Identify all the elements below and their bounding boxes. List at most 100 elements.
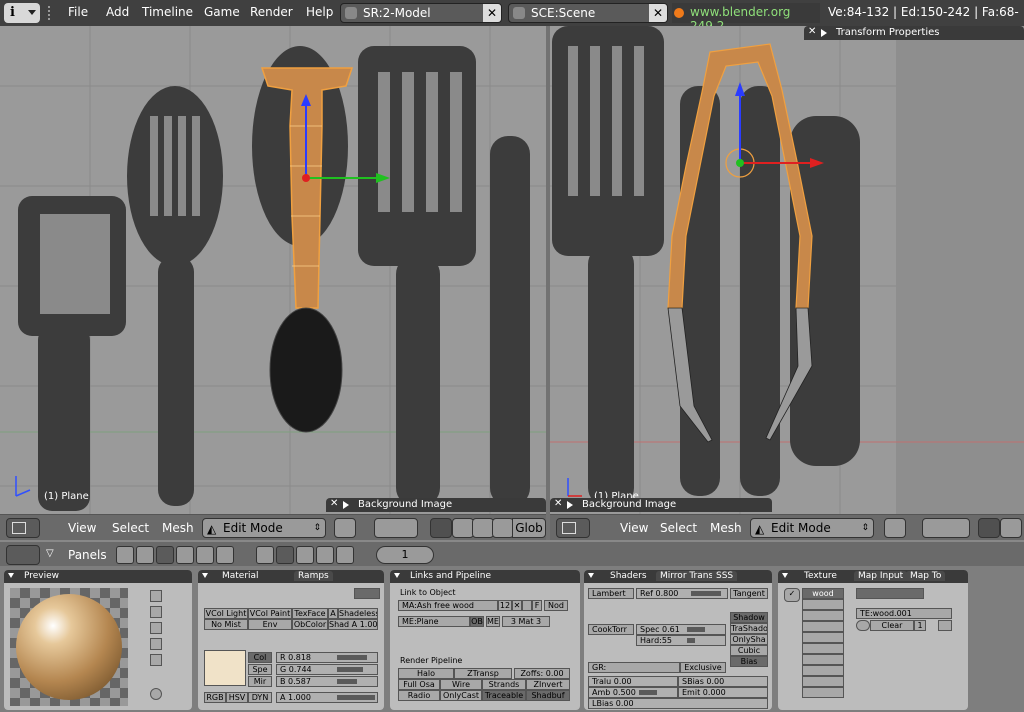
texture-slot-5[interactable] bbox=[802, 632, 844, 643]
collapse-arrow-icon[interactable] bbox=[202, 573, 208, 578]
mode-selector[interactable]: ◭ Edit Mode ⇕ bbox=[750, 518, 874, 538]
wire-button[interactable]: Wire bbox=[440, 679, 482, 690]
tab-mirror-trans[interactable]: Mirror Trans bbox=[656, 571, 718, 581]
translate-manipulator-button[interactable] bbox=[1000, 518, 1022, 538]
obcolor-button[interactable]: ObColor bbox=[292, 619, 328, 630]
preview-flat-button[interactable] bbox=[150, 590, 162, 602]
traceable-button[interactable]: Traceable bbox=[482, 690, 526, 701]
shadeless-button[interactable]: Shadeless bbox=[338, 608, 378, 619]
fake-user-icon[interactable] bbox=[522, 600, 532, 611]
panels-menu[interactable]: Panels bbox=[68, 548, 107, 562]
draw-type-button[interactable] bbox=[884, 518, 906, 538]
menu-mesh[interactable]: Mesh bbox=[162, 521, 194, 535]
lbias-slider[interactable]: LBias 0.00 bbox=[588, 698, 768, 709]
shading-context-button[interactable] bbox=[156, 546, 174, 564]
env-button[interactable]: Env bbox=[248, 619, 292, 630]
material-index-field[interactable]: 3 Mat 3 bbox=[502, 616, 550, 627]
close-icon[interactable]: ✕ bbox=[554, 498, 562, 509]
background-image-panel-header[interactable]: ✕ Background Image bbox=[550, 498, 772, 512]
editor-type-button[interactable] bbox=[556, 518, 590, 538]
texture-slot-8[interactable] bbox=[802, 665, 844, 676]
draw-type-button[interactable] bbox=[334, 518, 356, 538]
shadbuf-button[interactable]: Shadbuf bbox=[526, 690, 570, 701]
close-icon[interactable]: ✕ bbox=[330, 498, 338, 509]
logic-context-button[interactable] bbox=[116, 546, 134, 564]
dyn-button[interactable]: DYN bbox=[248, 692, 272, 703]
cubic-button[interactable]: Cubic bbox=[730, 645, 768, 656]
halo-button[interactable]: Halo bbox=[398, 668, 454, 679]
tab-texture[interactable]: Texture bbox=[804, 571, 837, 581]
texture-slot-7[interactable] bbox=[802, 654, 844, 665]
emit-slider[interactable]: Emit 0.000 bbox=[678, 687, 768, 698]
menu-collapse-handle[interactable] bbox=[48, 6, 58, 20]
scale-manipulator-button[interactable] bbox=[492, 518, 514, 538]
menu-timeline[interactable]: Timeline bbox=[142, 5, 193, 19]
zinvert-button[interactable]: ZInvert bbox=[526, 679, 570, 690]
trashado-button[interactable]: TraShado bbox=[730, 623, 768, 634]
nodes-button[interactable]: Nod bbox=[544, 600, 568, 611]
menu-mesh[interactable]: Mesh bbox=[710, 521, 742, 535]
onlycast-button[interactable]: OnlyCast bbox=[440, 690, 482, 701]
frame-number-field[interactable]: 1 bbox=[376, 546, 434, 564]
full-osa-button[interactable]: Full Osa bbox=[398, 679, 440, 690]
texture-slot-2[interactable] bbox=[802, 599, 844, 610]
exclusive-button[interactable]: Exclusive bbox=[680, 662, 726, 673]
preview-cube-button[interactable] bbox=[150, 622, 162, 634]
menu-file[interactable]: File bbox=[68, 5, 88, 19]
ztransp-button[interactable]: ZTransp bbox=[454, 668, 512, 679]
collapse-arrow-icon[interactable] bbox=[394, 573, 400, 578]
texture-slot-3[interactable] bbox=[802, 610, 844, 621]
tralu-slider[interactable]: Tralu 0.00 bbox=[588, 676, 678, 687]
f-button[interactable]: F bbox=[532, 600, 542, 611]
editing-context-button[interactable] bbox=[196, 546, 214, 564]
sbias-slider[interactable]: SBias 0.00 bbox=[678, 676, 768, 687]
bias-button[interactable]: Bias bbox=[730, 656, 768, 667]
menu-select[interactable]: Select bbox=[112, 521, 149, 535]
editor-type-button[interactable] bbox=[6, 518, 40, 538]
spe-button[interactable]: Spe bbox=[248, 664, 272, 675]
shadow-button[interactable]: Shadow bbox=[730, 612, 768, 623]
tab-map-input[interactable]: Map Input bbox=[854, 571, 908, 581]
close-icon[interactable]: ✕ bbox=[649, 4, 667, 22]
orientation-selector[interactable]: Glob bbox=[512, 518, 546, 538]
radio-button[interactable]: Radio bbox=[398, 690, 440, 701]
me-button[interactable]: ME bbox=[486, 616, 500, 627]
texface-button[interactable]: TexFace bbox=[292, 608, 328, 619]
close-icon[interactable]: ✕ bbox=[808, 26, 816, 37]
vcol-light-button[interactable]: VCol Light bbox=[204, 608, 248, 619]
menu-view[interactable]: View bbox=[620, 521, 648, 535]
material-name-field[interactable]: MA:Ash free wood bbox=[398, 600, 498, 611]
alpha-slider[interactable]: A 1.000 bbox=[276, 692, 378, 703]
preview-hair-button[interactable] bbox=[150, 654, 162, 666]
texture-slot-active[interactable]: wood bbox=[802, 588, 844, 599]
browse-icon[interactable] bbox=[856, 620, 870, 631]
panel-header[interactable]: Preview bbox=[4, 570, 192, 583]
texture-slot-4[interactable] bbox=[802, 621, 844, 632]
strands-button[interactable]: Strands bbox=[482, 679, 526, 690]
transform-properties-panel-header[interactable]: ✕ Transform Properties bbox=[804, 26, 1024, 40]
copy-paste-button[interactable] bbox=[856, 588, 924, 599]
preview-monkey-button[interactable] bbox=[150, 638, 162, 650]
radiosity-icon[interactable] bbox=[316, 546, 334, 564]
amb-slider[interactable]: Amb 0.500 bbox=[588, 687, 678, 698]
texture-slot-6[interactable] bbox=[802, 643, 844, 654]
ref-slider[interactable]: Ref 0.800 bbox=[636, 588, 728, 599]
texture-icon[interactable] bbox=[296, 546, 314, 564]
tangent-button[interactable]: Tangent bbox=[730, 588, 768, 599]
tab-shaders[interactable]: Shaders bbox=[610, 571, 647, 581]
lamp-icon[interactable] bbox=[256, 546, 274, 564]
unlink-icon[interactable]: ✕ bbox=[512, 600, 522, 611]
red-slider[interactable]: R 0.818 bbox=[276, 652, 378, 663]
menu-add[interactable]: Add bbox=[106, 5, 129, 19]
onlyshadow-button[interactable]: OnlySha bbox=[730, 634, 768, 645]
editor-type-button[interactable]: i bbox=[4, 3, 40, 23]
menu-game[interactable]: Game bbox=[204, 5, 240, 19]
green-slider[interactable]: G 0.744 bbox=[276, 664, 378, 675]
col-button[interactable]: Col bbox=[248, 652, 272, 663]
specular-shader-select[interactable]: CookTorr bbox=[588, 624, 634, 635]
3d-viewport-right[interactable]: ✕ Transform Properties (1) Plane ✕ Backg… bbox=[550, 26, 1024, 514]
screen-selector[interactable]: SR:2-Model ✕ bbox=[340, 3, 502, 23]
mode-selector[interactable]: ◭ Edit Mode ⇕ bbox=[202, 518, 326, 538]
panel-header[interactable]: Links and Pipeline bbox=[390, 570, 580, 583]
tab-sss[interactable]: SSS bbox=[712, 571, 738, 581]
